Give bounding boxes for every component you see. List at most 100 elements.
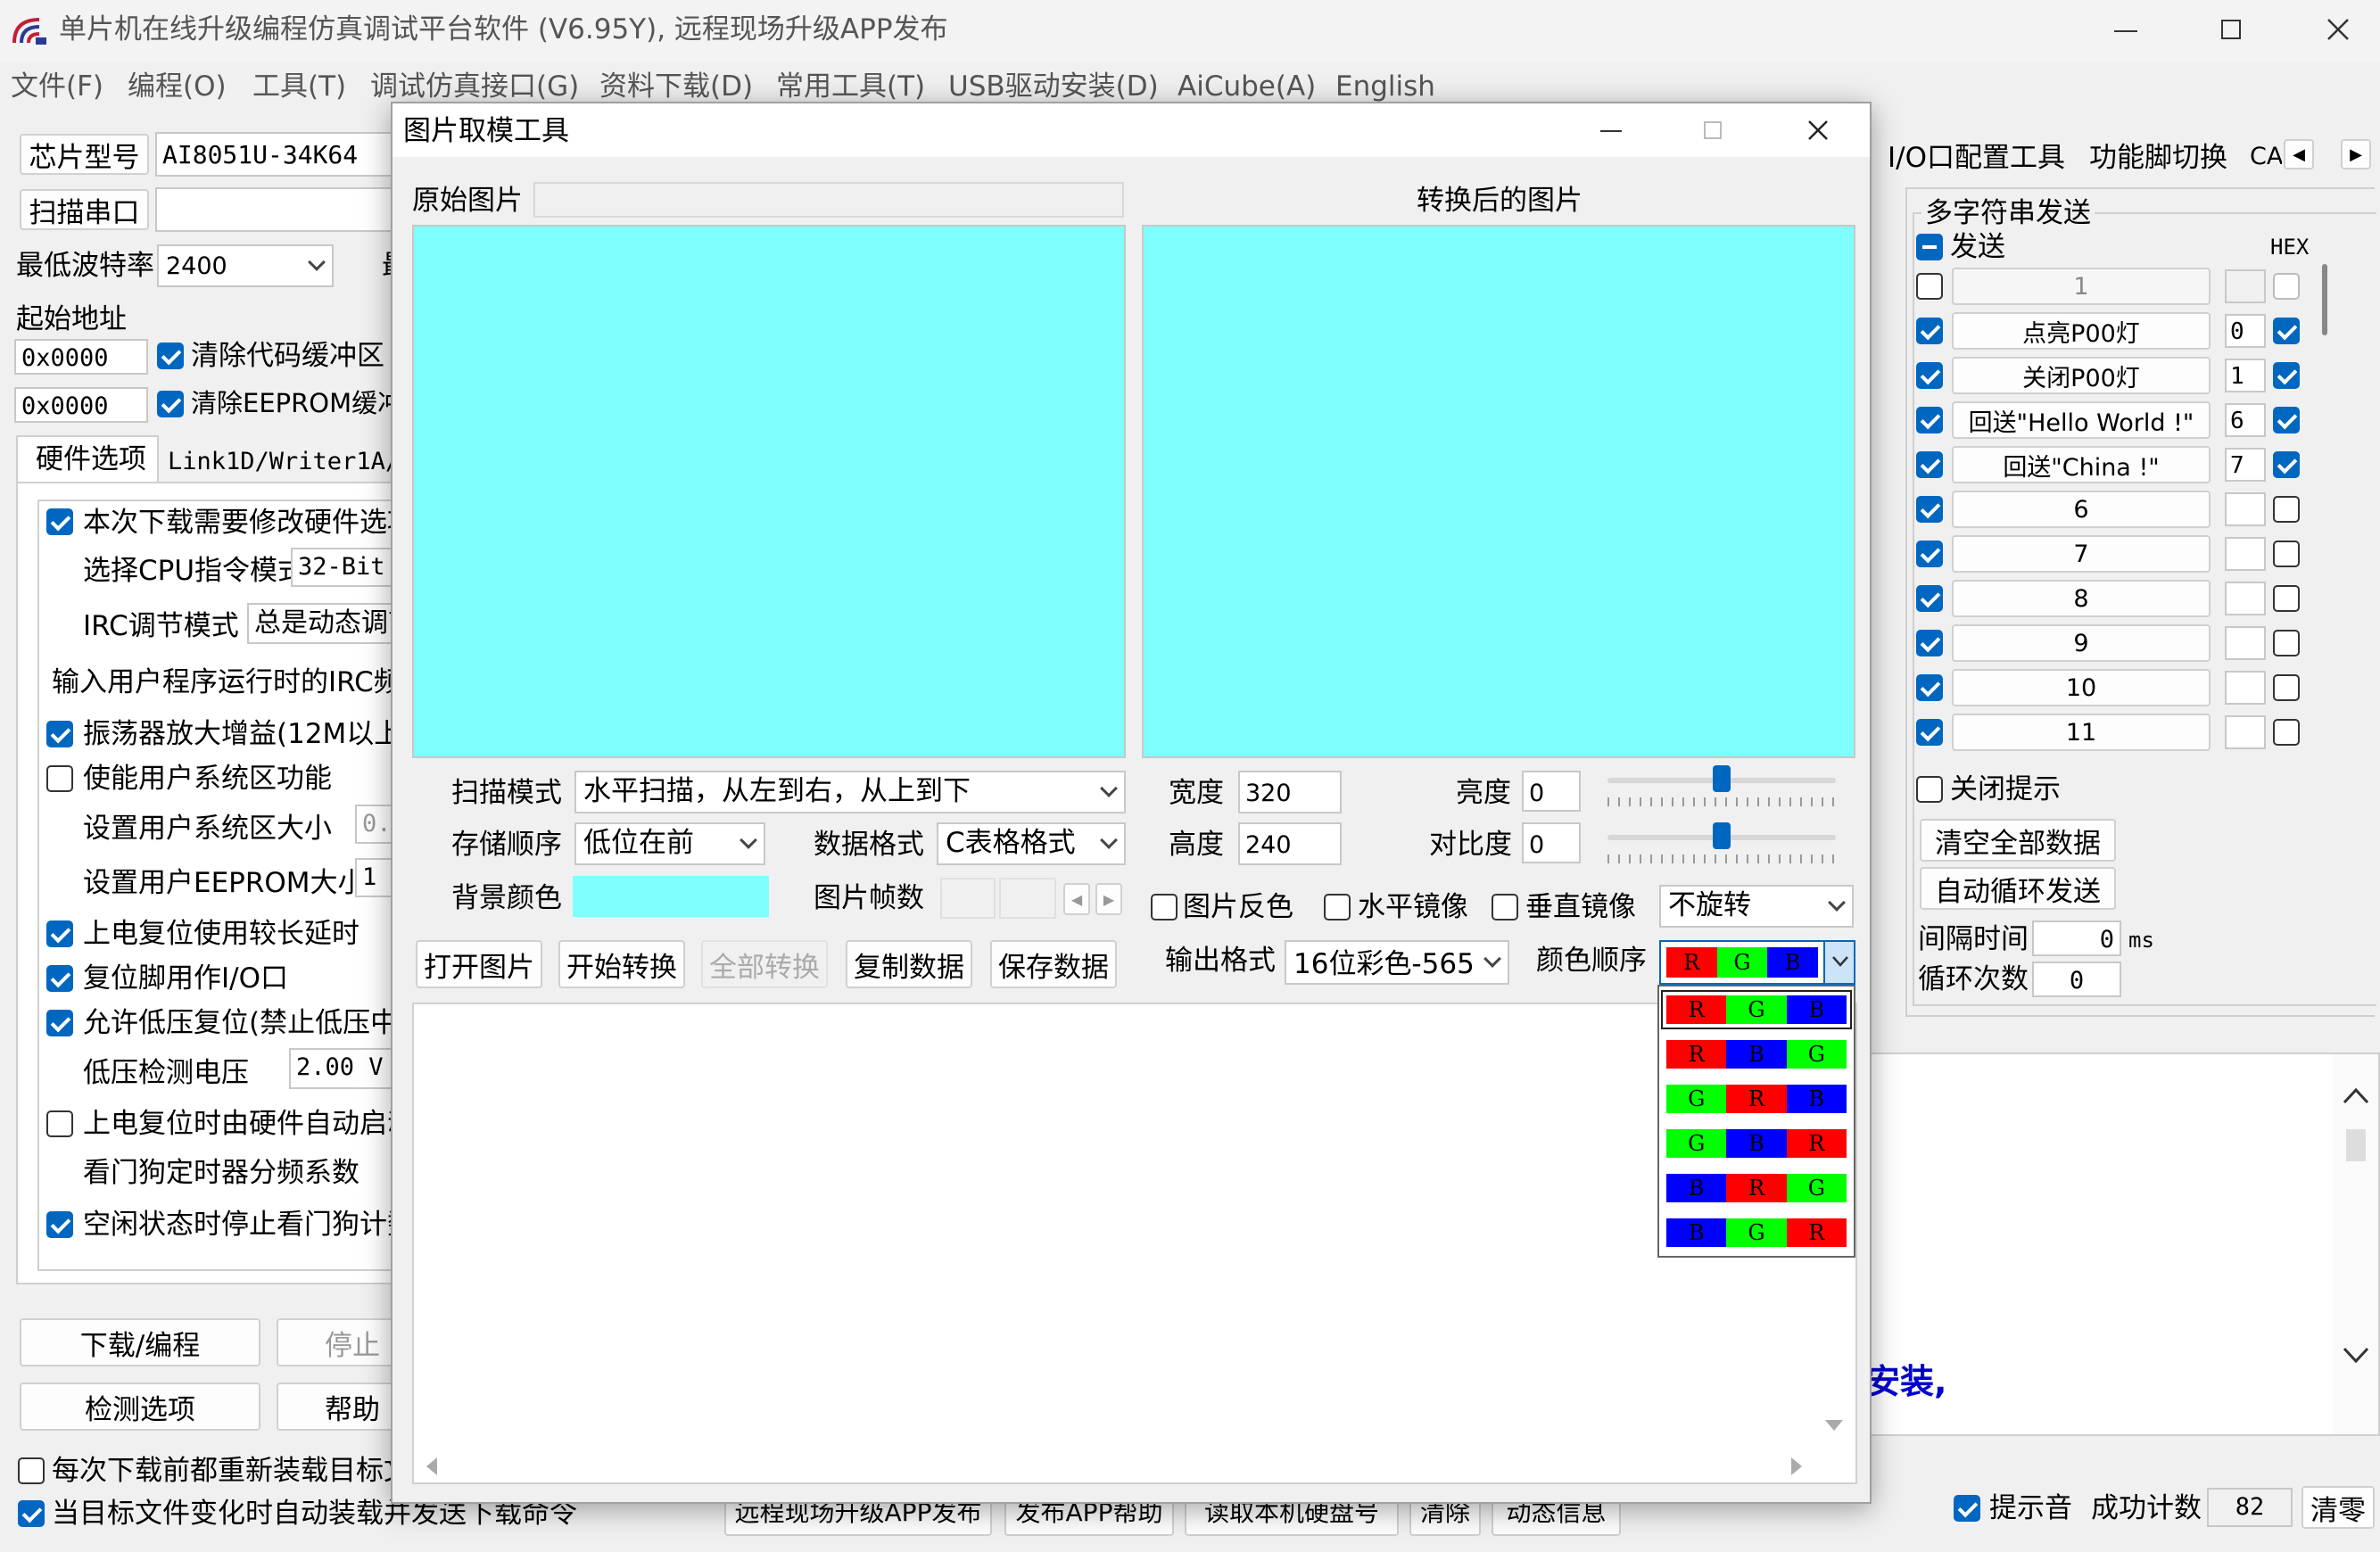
row-send-checkbox[interactable]: [1916, 273, 1943, 300]
menu-program[interactable]: 编程(O): [128, 73, 227, 101]
hmirror-checkbox[interactable]: [1324, 894, 1351, 920]
color-order-select[interactable]: R G B: [1659, 940, 1855, 985]
hint-sound-checkbox[interactable]: [1954, 1495, 1980, 1522]
row-hex-checkbox[interactable]: [2273, 674, 2300, 701]
user-sys-checkbox[interactable]: [46, 765, 73, 792]
store-order-select[interactable]: 低位在前: [574, 822, 765, 865]
por-delay-checkbox[interactable]: [46, 920, 73, 947]
check-options-button[interactable]: 检测选项: [20, 1383, 260, 1431]
original-image-canvas[interactable]: [412, 225, 1126, 758]
log-scroll-thumb[interactable]: [2346, 1129, 2366, 1161]
menu-file[interactable]: 文件(F): [11, 73, 103, 101]
tab-io-config[interactable]: I/O口配置工具: [1888, 144, 2065, 172]
scroll-down-icon[interactable]: [2343, 1347, 2369, 1365]
row-hex-checkbox[interactable]: [2273, 273, 2300, 300]
dialog-close-button[interactable]: [1807, 120, 1829, 141]
row-send-checkbox[interactable]: [1916, 674, 1943, 701]
rows-scrollbar[interactable]: [2322, 264, 2327, 335]
vmirror-checkbox[interactable]: [1492, 894, 1518, 920]
download-button[interactable]: 下载/编程: [20, 1318, 260, 1366]
rotate-select[interactable]: 不旋转: [1659, 885, 1854, 928]
row-send-checkbox[interactable]: [1916, 630, 1943, 656]
scan-port-field[interactable]: [155, 187, 396, 232]
row-value-input[interactable]: [2225, 626, 2266, 660]
row-send-button[interactable]: 回送"China !": [1952, 446, 2211, 483]
menu-common-tools[interactable]: 常用工具(T): [776, 73, 925, 101]
scroll-up-icon[interactable]: [2343, 1086, 2369, 1104]
menu-usb-driver[interactable]: USB驱动安装(D): [948, 73, 1159, 101]
tab-can[interactable]: CAN总: [2250, 144, 2282, 169]
row-hex-checkbox[interactable]: [2273, 541, 2300, 567]
minimize-button[interactable]: [2114, 30, 2137, 32]
output-format-select[interactable]: 16位彩色-565: [1285, 940, 1509, 985]
tab-pin-switch[interactable]: 功能脚切换: [2089, 144, 2227, 172]
row-value-input[interactable]: 6: [2225, 403, 2266, 437]
clear-eeprom-checkbox[interactable]: [157, 391, 184, 417]
wdt-auto-checkbox[interactable]: [46, 1110, 73, 1137]
row-send-button[interactable]: 11: [1952, 714, 2211, 751]
color-order-option[interactable]: GRB: [1663, 1081, 1850, 1117]
clear-all-data-button[interactable]: 清空全部数据: [1920, 819, 2116, 862]
color-order-option[interactable]: RGB: [1661, 990, 1852, 1029]
row-value-input[interactable]: 0: [2225, 314, 2266, 348]
row-value-input[interactable]: [2225, 269, 2266, 303]
frames-next-button[interactable]: ▶: [1095, 883, 1122, 915]
row-send-button[interactable]: 回送"Hello World !": [1952, 401, 2211, 439]
row-value-input[interactable]: [2225, 537, 2266, 571]
clear-code-checkbox[interactable]: [157, 343, 184, 369]
modify-hw-checkbox[interactable]: [46, 508, 73, 535]
converted-image-canvas[interactable]: [1142, 225, 1855, 758]
tab-scroll-left[interactable]: ◀: [2284, 139, 2314, 169]
brightness-slider-thumb[interactable]: [1713, 765, 1731, 792]
row-hex-checkbox[interactable]: [2273, 407, 2300, 433]
row-send-checkbox[interactable]: [1916, 719, 1943, 746]
width-input[interactable]: 320: [1238, 771, 1342, 813]
output-scroll-left-icon[interactable]: [425, 1456, 439, 1477]
auto-loop-send-button[interactable]: 自动循环发送: [1920, 867, 2116, 910]
row-hex-checkbox[interactable]: [2273, 451, 2300, 478]
row-send-button[interactable]: 7: [1952, 535, 2211, 573]
osc-gain-checkbox[interactable]: [46, 721, 73, 747]
row-send-checkbox[interactable]: [1916, 407, 1943, 433]
row-value-input[interactable]: [2225, 582, 2266, 615]
log-scrollbar[interactable]: [2334, 1054, 2378, 1434]
min-baud-select[interactable]: 2400: [157, 244, 334, 287]
loop-count-input[interactable]: 0: [2032, 962, 2121, 997]
menu-aicube[interactable]: AiCube(A): [1178, 73, 1316, 101]
lvr-checkbox[interactable]: [46, 1010, 73, 1036]
row-send-button[interactable]: 8: [1952, 580, 2211, 617]
row-send-checkbox[interactable]: [1916, 451, 1943, 478]
frames-prev-button[interactable]: ◀: [1063, 883, 1090, 915]
row-value-input[interactable]: [2225, 492, 2266, 526]
clear-zero-button[interactable]: 清零: [2301, 1486, 2375, 1529]
row-hex-checkbox[interactable]: [2273, 496, 2300, 523]
scan-port-button[interactable]: 扫描串口: [20, 189, 149, 230]
row-value-input[interactable]: [2225, 671, 2266, 705]
close-button[interactable]: [2326, 18, 2350, 41]
bg-color-swatch[interactable]: [573, 876, 769, 917]
chip-model-field[interactable]: AI8051U-34K64: [155, 132, 396, 177]
row-send-button[interactable]: 10: [1952, 669, 2211, 706]
row-hex-checkbox[interactable]: [2273, 630, 2300, 656]
copy-data-button[interactable]: 复制数据: [846, 940, 972, 988]
row-send-button[interactable]: 点亮P00灯: [1952, 312, 2211, 350]
save-data-button[interactable]: 保存数据: [990, 940, 1117, 988]
color-order-option[interactable]: RBG: [1663, 1036, 1850, 1072]
row-hex-checkbox[interactable]: [2273, 318, 2300, 344]
menu-download[interactable]: 资料下载(D): [599, 73, 753, 101]
row-send-checkbox[interactable]: [1916, 585, 1943, 612]
auto-send-checkbox[interactable]: [18, 1500, 45, 1527]
color-order-dropdown-button[interactable]: [1823, 942, 1854, 983]
row-value-input[interactable]: 7: [2225, 448, 2266, 482]
row-send-button[interactable]: 6: [1952, 491, 2211, 528]
contrast-slider-thumb[interactable]: [1713, 822, 1731, 849]
row-send-button[interactable]: 1: [1952, 268, 2211, 305]
color-order-option[interactable]: GBR: [1663, 1126, 1850, 1161]
interval-input[interactable]: 0: [2032, 920, 2121, 956]
output-scroll-right-icon[interactable]: [1789, 1456, 1804, 1477]
dialog-minimize-button[interactable]: [1600, 130, 1622, 132]
output-text-area[interactable]: [412, 1003, 1857, 1484]
menu-tools[interactable]: 工具(T): [252, 73, 346, 101]
menu-english[interactable]: English: [1335, 73, 1435, 101]
reset-io-checkbox[interactable]: [46, 965, 73, 992]
